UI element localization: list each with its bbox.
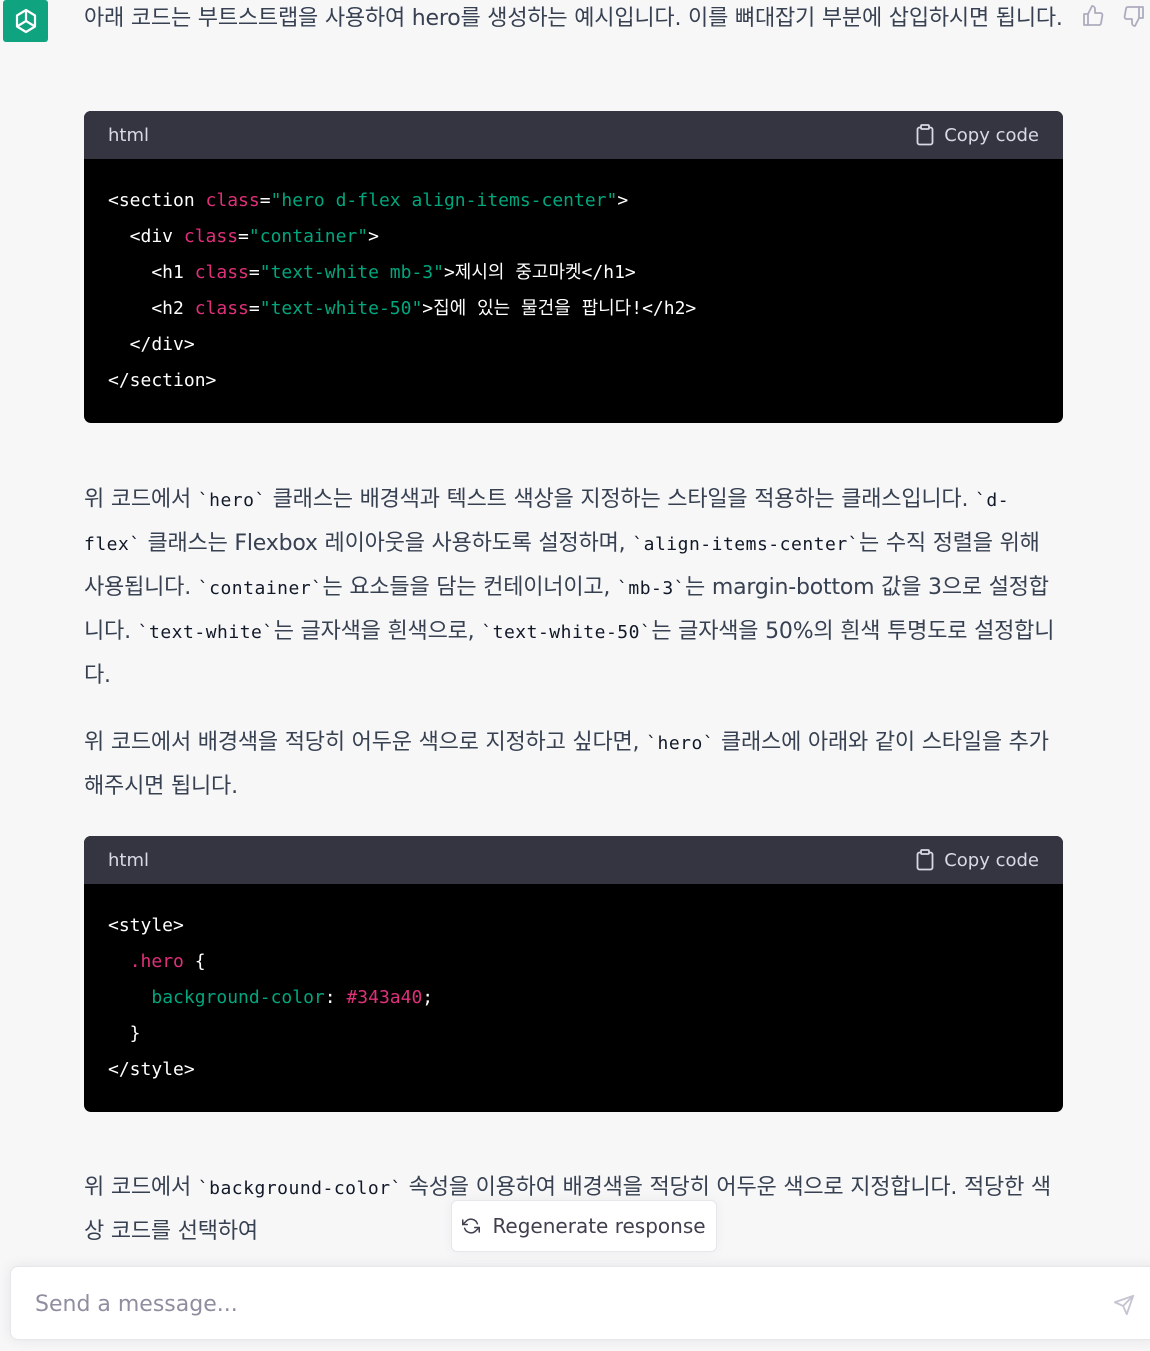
code-line: <style>: [108, 915, 184, 936]
code-content: <section class="hero d-flex align-items-…: [84, 159, 1063, 421]
copy-code-label: Copy code: [944, 849, 1039, 871]
assistant-avatar: [3, 0, 48, 42]
send-icon: [1113, 1294, 1135, 1316]
code-block-header: html Copy code: [84, 111, 1063, 159]
message-composer: [10, 1266, 1150, 1340]
openai-logo-icon: [15, 8, 36, 34]
clipboard-icon: [916, 849, 934, 871]
thumbs-down-icon: [1123, 6, 1144, 27]
code-block: html Copy code <style> .hero { backgroun…: [84, 836, 1063, 1112]
code-line: background-color: #343a40;: [151, 987, 434, 1008]
copy-code-button[interactable]: Copy code: [916, 849, 1039, 871]
code-language-label: html: [108, 849, 150, 871]
copy-code-button[interactable]: Copy code: [916, 124, 1039, 146]
code-line: </div>: [108, 334, 195, 355]
code-line: <section class="hero d-flex align-items-…: [108, 190, 629, 211]
explanation-paragraph: 위 코드에서 `hero` 클래스는 배경색과 텍스트 색상을 지정하는 스타일…: [84, 487, 1055, 688]
code-line: </style>: [108, 1059, 195, 1080]
explanation-paragraph: 위 코드에서 배경색을 적당히 어두운 색으로 지정하고 싶다면, `hero`…: [84, 730, 1049, 799]
code-line: </section>: [108, 370, 217, 391]
code-line: <div class="container">: [108, 226, 379, 247]
code-line: <h2 class="text-white-50">집에 있는 물건을 팝니다!…: [108, 298, 697, 319]
thumbs-up-button[interactable]: [1081, 4, 1105, 28]
intro-paragraph: 아래 코드는 부트스트랩을 사용하여 hero를 생성하는 예시입니다. 이를 …: [84, 6, 1063, 31]
code-line: }: [108, 1023, 141, 1044]
code-block-header: html Copy code: [84, 836, 1063, 884]
code-line: .hero {: [129, 951, 206, 972]
code-block: html Copy code <section class="hero d-fl…: [84, 111, 1063, 423]
send-button[interactable]: [1113, 1294, 1135, 1320]
message-input[interactable]: [33, 1285, 1087, 1323]
regenerate-response-button[interactable]: Regenerate response: [451, 1200, 717, 1252]
code-content: <style> .hero { background-color: #343a4…: [84, 884, 1063, 1110]
copy-code-label: Copy code: [944, 124, 1039, 146]
regenerate-response-label: Regenerate response: [492, 1214, 706, 1238]
thumbs-down-button[interactable]: [1122, 4, 1146, 28]
refresh-icon: [462, 1218, 481, 1234]
clipboard-icon: [916, 124, 934, 146]
code-language-label: html: [108, 124, 150, 146]
thumbs-up-icon: [1083, 5, 1104, 26]
code-line: <h1 class="text-white mb-3">제시의 중고마켓</h1…: [108, 262, 636, 283]
